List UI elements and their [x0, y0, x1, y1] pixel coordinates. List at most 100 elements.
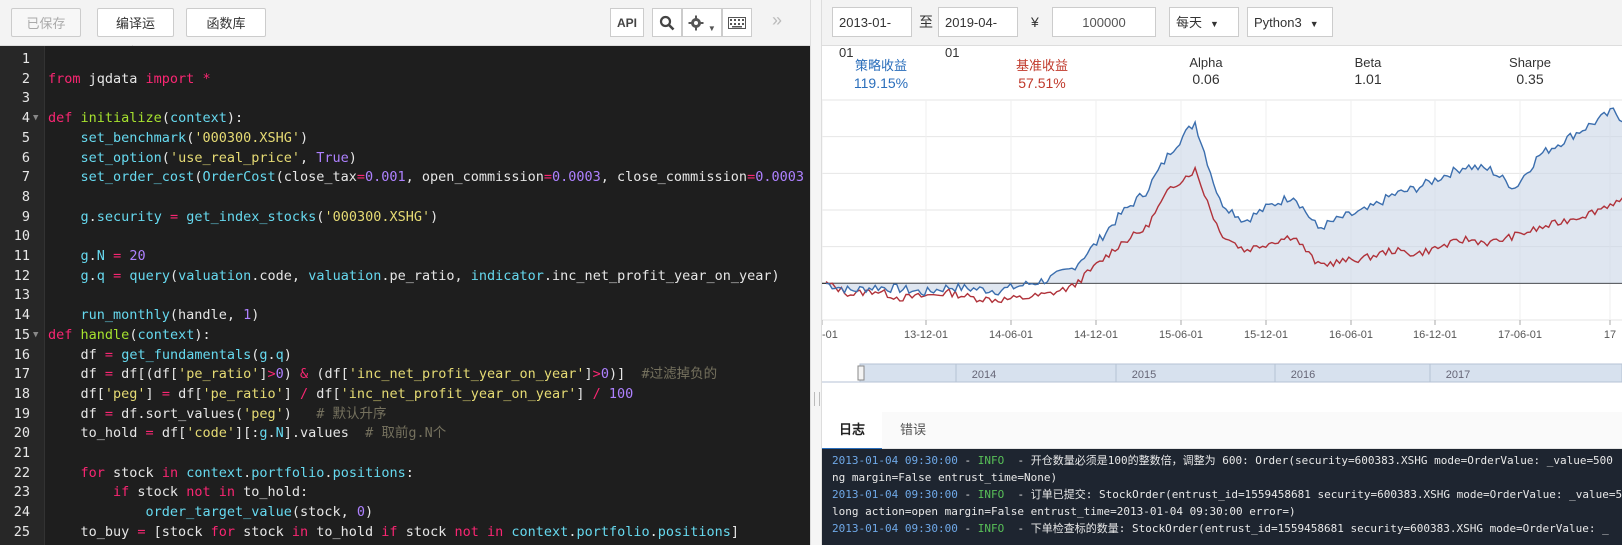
code-text: g.N = 20 [80, 248, 146, 264]
code-line[interactable]: 6 set_option('use_real_price', True) [0, 149, 810, 169]
x-tick-label: 17 [1604, 329, 1616, 341]
code-line[interactable]: 16 df = get_fundamentals(g.q) [0, 346, 810, 366]
line-number: 1 [21, 51, 30, 67]
chevron-down-icon: ▼ [707, 24, 716, 33]
code-line[interactable]: 15 ▼ def handle(context): [0, 326, 810, 346]
keyboard-button[interactable] [722, 8, 752, 37]
log-line: 2013-01-04 09:30:00 - INFO - 下单检查标的数量: S… [832, 521, 1609, 537]
x-tick-label: 14-06-01 [989, 329, 1033, 341]
code-line[interactable]: 7 set_order_cost(OrderCost(close_tax=0.0… [0, 168, 810, 188]
search-icon [659, 15, 675, 31]
navigator-label: 2016 [1291, 369, 1315, 381]
code-line[interactable]: 9 g.security = get_index_stocks('000300.… [0, 208, 810, 228]
log-message: long action=open margin=False entrust_ti… [832, 505, 1296, 518]
backtest-pane: 2013-01-01 至 2019-04-01 ¥ 100000 每天 ▼ Pyt… [822, 0, 1622, 545]
code-line[interactable]: 5 set_benchmark('000300.XSHG') [0, 129, 810, 149]
tab-log[interactable]: 日志 [822, 412, 882, 450]
function-library-button[interactable]: 函数库 [186, 8, 266, 37]
code-line[interactable]: 22 for stock in context.portfolio.positi… [0, 464, 810, 484]
log-message: ng margin=False entrust_time=None) [832, 471, 1058, 484]
code-line[interactable]: 23 if stock not in to_hold: [0, 483, 810, 503]
code-line[interactable]: 14 run_monthly(handle, 1) [0, 306, 810, 326]
line-number: 15 [13, 326, 30, 343]
line-number: 10 [13, 228, 30, 245]
x-tick-label: 15-06-01 [1159, 329, 1203, 341]
x-tick-label: -06-01 [822, 329, 838, 341]
log-level: INFO [977, 522, 1005, 535]
code-line[interactable]: 11 g.N = 20 [0, 247, 810, 267]
splitter-grip[interactable] [814, 392, 820, 406]
log-line: long action=open margin=False entrust_ti… [832, 504, 1296, 520]
code-line[interactable]: 4 ▼ def initialize(context): [0, 109, 810, 129]
log-separator: - [957, 522, 978, 535]
collapse-panel-icon[interactable]: » [772, 10, 782, 31]
code-text: df = df[(df['pe_ratio']>0) & (df['inc_ne… [48, 366, 718, 383]
log-tabs: 日志 错误 [822, 412, 1622, 450]
navigator-label: 2015 [1132, 369, 1156, 381]
api-button[interactable]: API [610, 8, 644, 37]
line-number: 12 [13, 267, 30, 284]
code-text: if stock not in to_hold: [113, 484, 309, 501]
line-number: 19 [13, 405, 30, 422]
search-button[interactable] [652, 8, 682, 37]
code-text: df = get_fundamentals(g.q) [48, 346, 292, 363]
code-line[interactable]: 12 g.q = query(valuation.code, valuation… [0, 267, 810, 287]
code-text: for stock in context.portfolio.positions… [80, 464, 414, 481]
log-timestamp: 2013-01-04 09:30:00 [832, 488, 958, 501]
line-number: 6 [21, 149, 30, 166]
navigator-handle[interactable] [857, 365, 865, 381]
code-line[interactable]: 1 [0, 50, 810, 70]
fold-toggle-icon[interactable]: ▼ [33, 109, 38, 129]
code-text: set_order_cost(OrderCost(close_tax=0.001… [80, 169, 804, 186]
compile-run-button[interactable]: 编译运行 [97, 8, 174, 60]
x-tick-label: 17-06-01 [1498, 329, 1542, 341]
log-message: - 开仓数量必须是100的整数倍，调整为 600: Order(security… [1004, 454, 1613, 467]
code-line[interactable]: 17 df = df[(df['pe_ratio']>0) & (df['inc… [0, 365, 810, 385]
code-editor[interactable]: 1 2 from jqdata import * 3 4 ▼ def initialize(… [0, 46, 810, 545]
line-number: 3 [21, 90, 30, 107]
x-tick-label: 13-12-01 [904, 329, 948, 341]
code-line[interactable]: 13 [0, 286, 810, 306]
log-line: 2013-01-04 09:30:00 - INFO - 开仓数量必须是100的… [832, 453, 1613, 469]
code-text: def initialize(context): [48, 110, 244, 127]
line-number: 24 [13, 504, 30, 521]
code-text: set_benchmark('000300.XSHG') [80, 129, 309, 146]
log-line: ng margin=False entrust_time=None) [832, 470, 1057, 486]
code-text: set_option('use_real_price', True) [80, 149, 357, 166]
x-tick-label: 16-06-01 [1329, 329, 1373, 341]
log-message: - 下单检查标的数量: StockOrder(entrust_id=155945… [1004, 522, 1609, 535]
line-number: 13 [13, 287, 30, 304]
code-line[interactable]: 10 [0, 227, 810, 247]
line-number: 11 [13, 248, 30, 264]
line-number: 4 [21, 110, 30, 127]
code-line[interactable]: 18 df['peg'] = df['pe_ratio'] / df['inc_… [0, 385, 810, 405]
line-number: 20 [13, 425, 30, 442]
line-number: 22 [13, 464, 30, 481]
code-line[interactable]: 24 order_target_value(stock, 0) [0, 503, 810, 523]
code-line[interactable]: 21 [0, 444, 810, 464]
code-text: to_buy = [stock for stock in to_hold if … [48, 523, 740, 540]
code-text: run_monthly(handle, 1) [80, 307, 260, 324]
line-number: 21 [13, 445, 30, 461]
settings-button[interactable]: ▼ [682, 8, 722, 37]
returns-chart[interactable]: -06-01 13-12-01 14-06-01 14-12-01 15-06-01 15… [822, 0, 1622, 410]
line-number: 23 [13, 484, 30, 501]
code-line[interactable]: 2 from jqdata import * [0, 70, 810, 90]
code-line[interactable]: 3 [0, 89, 810, 109]
line-number: 18 [13, 385, 30, 402]
log-panel: 2013-01-04 09:30:00 - INFO - 开仓数量必须是100的… [822, 449, 1622, 545]
line-number: 2 [21, 70, 30, 87]
pane-splitter[interactable] [810, 0, 822, 545]
code-line[interactable]: 25 to_buy = [stock for stock in to_hold … [0, 523, 810, 543]
tab-error[interactable]: 错误 [888, 412, 938, 448]
saved-button[interactable]: 已保存 [11, 8, 81, 37]
code-line[interactable]: 8 [0, 188, 810, 208]
code-text: order_target_value(stock, 0) [145, 504, 374, 521]
fold-toggle-icon[interactable]: ▼ [33, 326, 38, 346]
code-text: from jqdata import * [48, 70, 211, 87]
code-line[interactable]: 20 to_hold = df['code'][:g.N].values # 取… [0, 424, 810, 444]
log-level: INFO [977, 454, 1005, 467]
code-text: g.q = query(valuation.code, valuation.pe… [80, 267, 780, 284]
code-line[interactable]: 19 df = df.sort_values('peg') # 默认升序 [0, 405, 810, 425]
log-timestamp: 2013-01-04 09:30:00 [832, 454, 958, 467]
